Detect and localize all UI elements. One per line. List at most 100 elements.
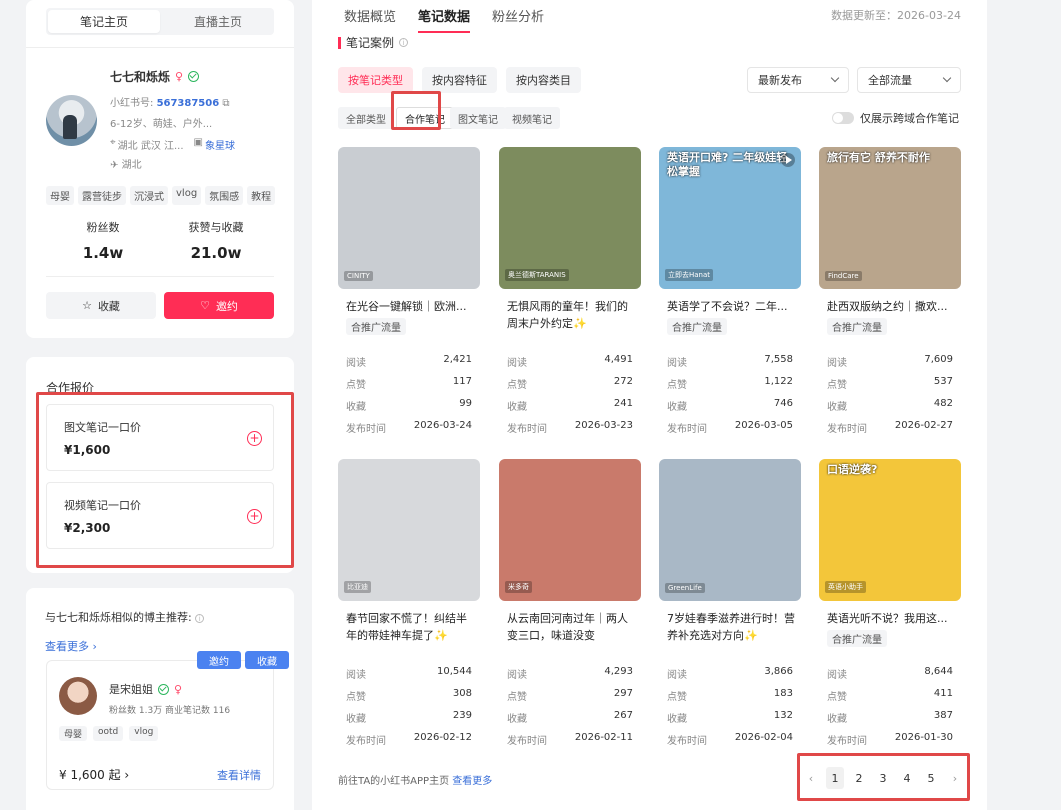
highlight-box [391, 91, 441, 130]
note-card[interactable]: GreenLife 7岁娃春季滋养进行时！营养补充选对方向✨ 阅读 3,866 点赞 18… [659, 459, 801, 755]
info-icon[interactable]: i [399, 38, 409, 47]
section-title-text: 笔记案例 [346, 36, 395, 50]
traffic-select[interactable]: 全部流量 [857, 67, 961, 93]
similar-title-text: 与七七和烁烁相似的博主推荐: [45, 611, 192, 624]
invite-icon: ♡ [200, 299, 210, 312]
sort-value: 最新发布 [758, 74, 802, 87]
see-more-link[interactable]: 查看更多 › [45, 638, 97, 654]
mini-invite-button[interactable]: 邀约 [197, 651, 241, 669]
filter-by-type[interactable]: 按笔记类型 [338, 67, 413, 93]
note-thumbnail[interactable]: 比亚迪 [338, 459, 480, 601]
read-row: 阅读 7,609 [827, 354, 953, 369]
mcn-icon: ▣ [193, 137, 203, 148]
type-all[interactable]: 全部类型 [338, 107, 394, 129]
fav-label: 收藏 [667, 402, 687, 413]
note-card[interactable]: 旅行有它 舒养不耐作 FindCare 赴西双版纳之约｜撒欢... 合推广流量 阅读 7,… [819, 147, 961, 443]
fav-row: 收藏 99 [346, 398, 472, 413]
type-image[interactable]: 图文笔记 [450, 107, 506, 129]
note-thumbnail[interactable]: 米多奇 [499, 459, 641, 601]
note-title[interactable]: 从云南回河南过年｜两人变三口，味道没变 [507, 610, 635, 644]
profile-location-row: ⌖ 湖北 武汉 江... ▣ 象星球 [110, 137, 235, 152]
date-label: 发布时间 [346, 736, 386, 747]
note-card[interactable]: 比亚迪 春节回家不慌了！纠结半年的带娃神车提了✨ 阅读 10,544 点赞 308 收藏 23… [338, 459, 480, 755]
note-thumbnail[interactable]: 旅行有它 舒养不耐作 FindCare [819, 147, 961, 289]
note-title[interactable]: 春节回家不慌了！纠结半年的带娃神车提了✨ [346, 610, 474, 644]
avatar[interactable] [46, 95, 97, 146]
note-title[interactable]: 英语光听不说？我用这... [827, 610, 955, 627]
tab-overview[interactable]: 数据概览 [344, 6, 396, 33]
fav-label: 收藏 [507, 714, 527, 725]
footer-link[interactable]: 查看更多 [452, 776, 492, 787]
note-thumbnail[interactable]: 奥兰德斯TARANIS [499, 147, 641, 289]
filter-by-category[interactable]: 按内容类目 [506, 67, 581, 93]
like-value: 297 [613, 688, 633, 699]
traffic-value: 全部流量 [868, 74, 912, 87]
copy-icon[interactable]: ⧉ [222, 98, 229, 109]
thumbnail-brand: GreenLife [665, 583, 705, 593]
date-row: 发布时间 2026-03-23 [507, 420, 633, 435]
verified-icon [188, 71, 200, 82]
date-value: 2026-01-30 [894, 732, 953, 743]
tab-fans-analysis[interactable]: 粉丝分析 [492, 6, 544, 33]
note-title[interactable]: 在光谷一键解锁｜欧洲... [346, 298, 474, 315]
date-label: 发布时间 [507, 736, 547, 747]
type-video[interactable]: 视频笔记 [504, 107, 560, 129]
invite-button[interactable]: ♡ 邀约 [164, 292, 274, 319]
similar-price[interactable]: ¥ 1,600 起 › [59, 766, 129, 783]
profile-desc: 6-12岁、萌娃、户外... [110, 119, 213, 130]
note-title[interactable]: 无惧风雨的童年！我们的周末户外约定✨ [507, 298, 635, 332]
profile-id-value[interactable]: 567387506 [157, 98, 220, 109]
highlight-box [797, 753, 970, 801]
date-row: 发布时间 2026-02-11 [507, 732, 633, 747]
tab-live-home[interactable]: 直播主页 [162, 8, 274, 35]
note-card[interactable]: CINITY 在光谷一键解锁｜欧洲... 合推广流量 阅读 2,421 点赞 117 收藏 99… [338, 147, 480, 443]
profile-tag: 母婴 [46, 186, 74, 205]
similar-blogger-item[interactable]: 邀约 收藏 是宋姐姐 ♀ 粉丝数 1.3万 商业笔记数 116 母婴 ootd v… [46, 651, 289, 790]
profile-ip: ✈ 湖北 [110, 156, 142, 171]
similar-avatar[interactable] [59, 677, 97, 715]
note-card[interactable]: 奥兰德斯TARANIS 无惧风雨的童年！我们的周末户外约定✨ 阅读 4,491 点赞 27… [499, 147, 641, 443]
note-title[interactable]: 赴西双版纳之约｜撒欢... [827, 298, 955, 315]
mini-favorite-button[interactable]: 收藏 [245, 651, 289, 669]
read-value: 7,609 [924, 354, 953, 365]
note-title[interactable]: 英语学了不会说？二年... [667, 298, 795, 315]
fav-row: 收藏 132 [667, 710, 793, 725]
tab-notes-home[interactable]: 笔记主页 [48, 10, 160, 33]
read-label: 阅读 [507, 358, 527, 369]
tab-note-data[interactable]: 笔记数据 [418, 6, 471, 33]
like-label: 点赞 [667, 692, 687, 703]
note-thumbnail[interactable]: 口语逆袭? 英语小助手 [819, 459, 961, 601]
like-row: 点赞 537 [827, 376, 953, 391]
profile-tags: 母婴 露营徒步 沉浸式 vlog 氛围感 教程 [46, 186, 276, 205]
view-detail-link[interactable]: 查看详情 [217, 767, 261, 783]
fav-label: 收藏 [827, 714, 847, 725]
play-icon[interactable] [781, 153, 795, 167]
info-icon[interactable]: i [195, 614, 205, 623]
note-thumbnail[interactable]: CINITY [338, 147, 480, 289]
favorite-button[interactable]: ☆ 收藏 [46, 292, 156, 319]
read-value: 8,644 [924, 666, 953, 677]
note-card[interactable]: 口语逆袭? 英语小助手 英语光听不说？我用这... 合推广流量 阅读 8,644 点赞 411… [819, 459, 961, 755]
filter-by-feature[interactable]: 按内容特征 [422, 67, 497, 93]
note-title[interactable]: 7岁娃春季滋养进行时！营养补充选对方向✨ [667, 610, 795, 644]
read-label: 阅读 [667, 358, 687, 369]
profile-brand[interactable]: 象星球 [205, 137, 235, 152]
note-thumbnail[interactable]: GreenLife [659, 459, 801, 601]
thumbnail-brand: 立即去Hanat [665, 269, 714, 281]
profile-name: 七七和烁烁 [110, 70, 171, 84]
read-value: 4,293 [604, 666, 633, 677]
like-value: 308 [452, 688, 472, 699]
cross-domain-toggle[interactable] [832, 112, 854, 124]
note-card[interactable]: 米多奇 从云南回河南过年｜两人变三口，味道没变 阅读 4,293 点赞 297 收藏 267 发… [499, 459, 641, 755]
note-card[interactable]: 英语开口难? 二年级娃轻松掌握 立即去Hanat 英语学了不会说？二年... 合推广流… [659, 147, 801, 443]
sort-select[interactable]: 最新发布 [747, 67, 849, 93]
like-label: 点赞 [346, 692, 366, 703]
note-thumbnail[interactable]: 英语开口难? 二年级娃轻松掌握 立即去Hanat [659, 147, 801, 289]
similar-tag: 母婴 [59, 726, 88, 741]
like-label: 点赞 [507, 380, 527, 391]
divider [46, 276, 274, 277]
profile-tag: 沉浸式 [130, 186, 168, 205]
date-label: 发布时间 [346, 424, 386, 435]
date-label: 发布时间 [827, 736, 867, 747]
read-value: 7,558 [764, 354, 793, 365]
